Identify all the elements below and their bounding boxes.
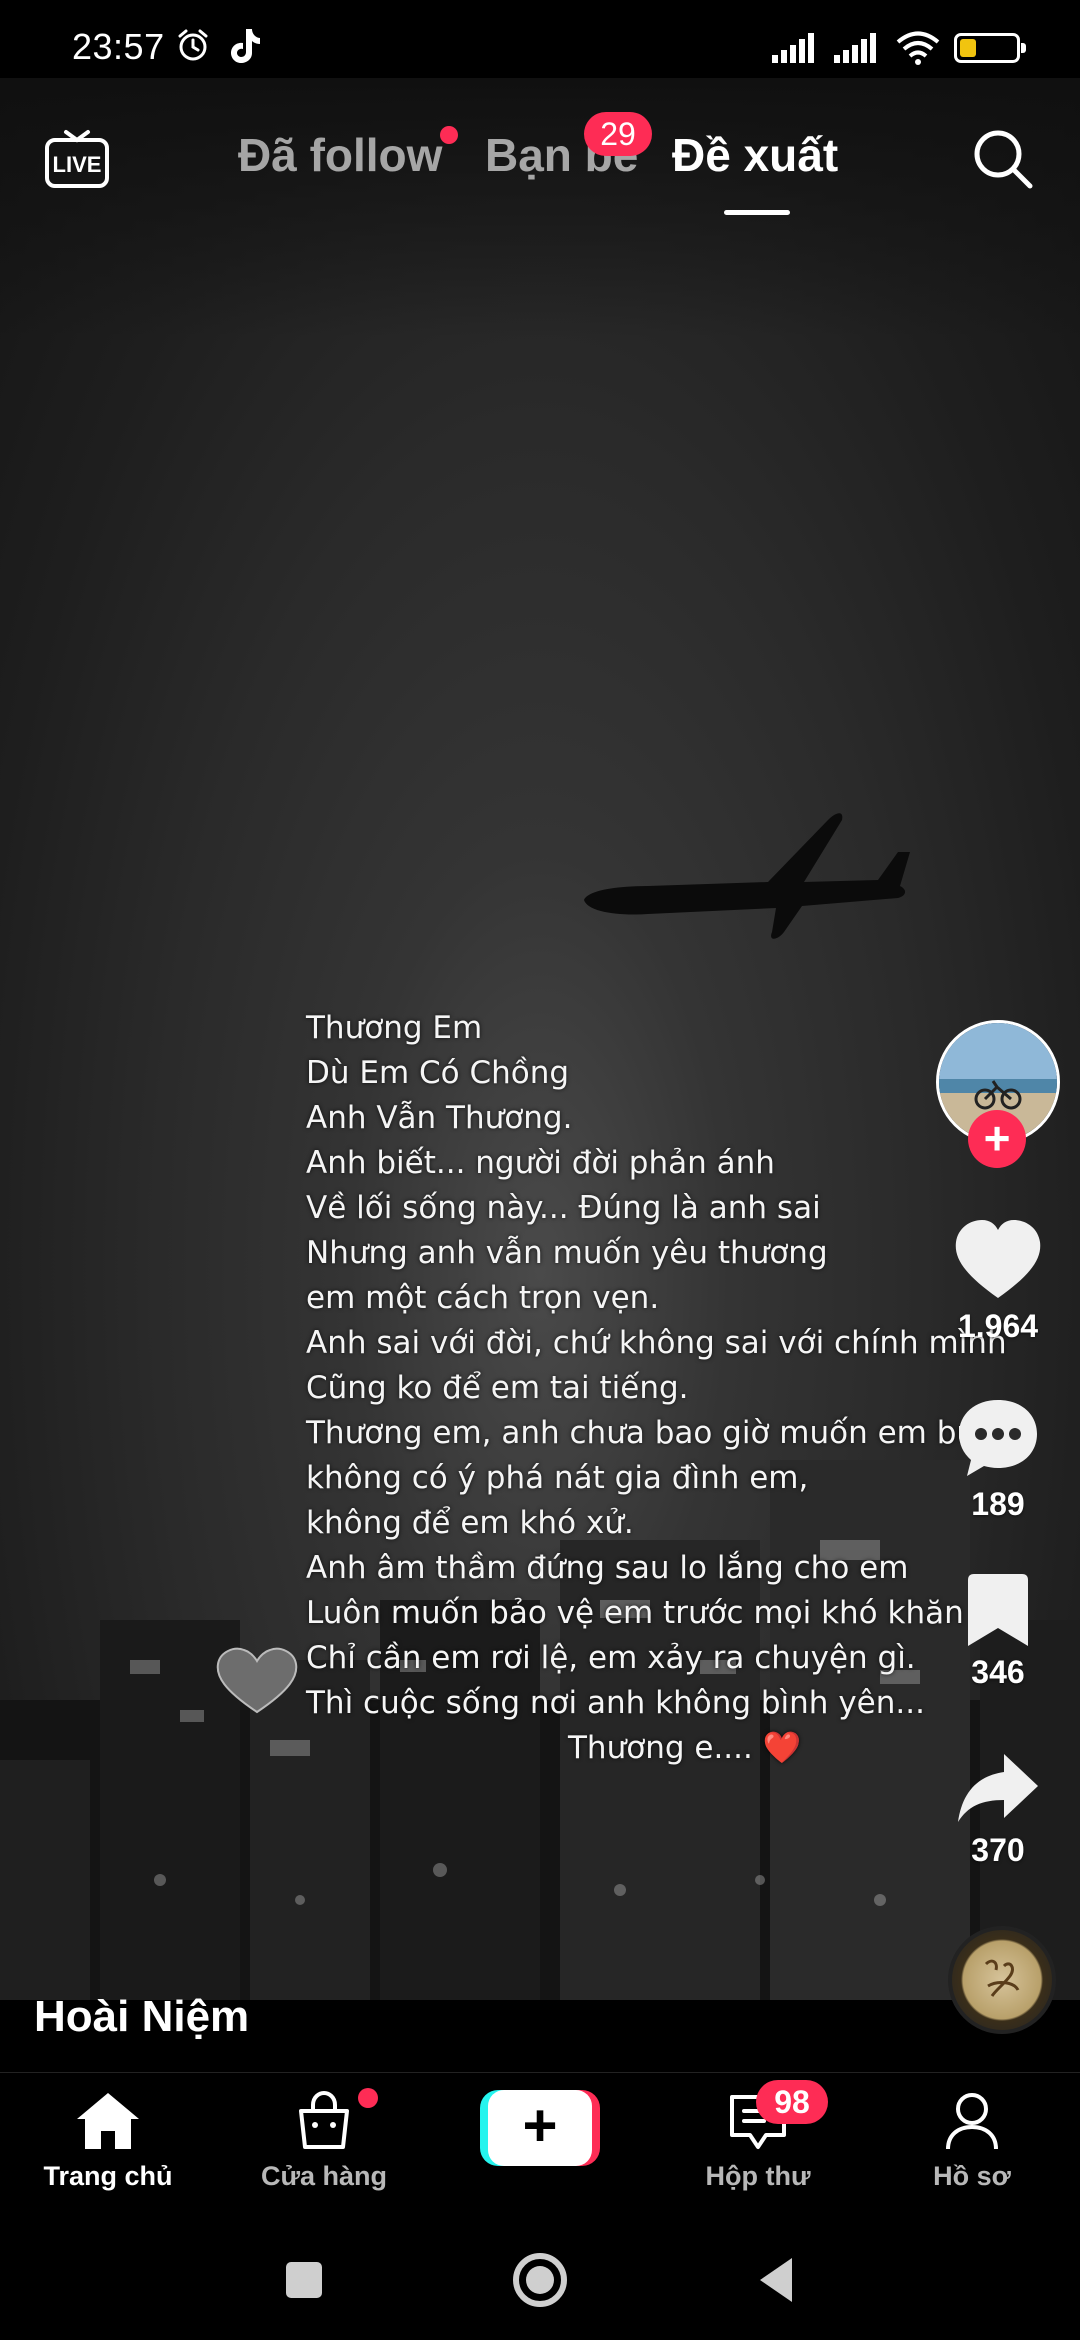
battery-icon: 29 — [954, 33, 1026, 63]
lyric-line: Anh sai với đời, chứ không sai với chính… — [306, 1325, 1007, 1361]
nav-shop[interactable]: Cửa hàng — [234, 2091, 414, 2192]
plus-icon: + — [488, 2090, 592, 2166]
following-notification-dot — [440, 126, 458, 144]
save-button[interactable]: 346 — [930, 1572, 1066, 1691]
lyric-line: không để em khó xử. — [306, 1505, 634, 1541]
nav-home[interactable]: Trang chủ — [18, 2091, 198, 2192]
lyric-line: Anh Vẫn Thương. — [306, 1100, 573, 1136]
lyric-line: Dù Em Có Chồng — [306, 1055, 570, 1091]
lyric-line: Nhưng anh vẫn muốn yêu thương — [306, 1235, 828, 1271]
lyric-line: Thương e.... ❤️ — [568, 1730, 802, 1766]
home-circle-icon[interactable] — [508, 2248, 572, 2312]
creator-name[interactable]: Hoài Niệm — [34, 1992, 249, 2042]
active-tab-indicator — [724, 210, 790, 215]
lyric-line: Chỉ cần em rơi lệ, em xảy ra chuyện gì. — [306, 1640, 916, 1676]
tab-following[interactable]: Đã follow — [238, 128, 442, 182]
lyric-line: em một cách trọn vẹn. — [306, 1280, 660, 1316]
like-button[interactable]: 1.964 — [930, 1218, 1066, 1345]
profile-icon — [946, 2093, 998, 2150]
signal-icon-2 — [834, 33, 876, 63]
tab-for-you[interactable]: Đề xuất — [672, 128, 838, 182]
feed-tabs: Đã follow Bạn bè Đề xuất — [0, 128, 1080, 198]
wifi-icon — [896, 31, 940, 65]
create-video-button[interactable]: + — [480, 2090, 600, 2166]
shop-notification-dot — [358, 2088, 378, 2108]
like-count: 1.964 — [957, 1308, 1039, 1344]
music-disc-icon[interactable] — [948, 1926, 1056, 2034]
search-icon[interactable] — [970, 126, 1036, 192]
home-icon — [77, 2093, 139, 2149]
video-caption-text: Thương Em Dù Em Có Chồng Anh Vẫn Thương.… — [306, 1006, 1025, 1771]
back-icon[interactable] — [744, 2248, 808, 2312]
lyric-line: không có ý phá nát gia đình em, — [306, 1460, 809, 1496]
comment-icon — [959, 1400, 1037, 1476]
nav-shop-label: Cửa hàng — [260, 2161, 388, 2191]
music-cover-art — [984, 1959, 1020, 1997]
heart-icon — [955, 1220, 1041, 1298]
lyric-line: Về lối sống này... Đúng là anh sai — [306, 1190, 821, 1226]
recents-icon[interactable] — [272, 2248, 336, 2312]
friends-badge: 29 — [584, 112, 652, 156]
share-count: 370 — [971, 1832, 1025, 1868]
signal-icon — [772, 33, 814, 63]
lyric-line: Thương em, anh chưa bao giờ muốn em buồn… — [306, 1415, 1025, 1451]
comment-button[interactable]: 189 — [930, 1396, 1066, 1523]
nav-profile-label: Hồ sơ — [933, 2161, 1011, 2191]
lyric-line: Anh biết... người đời phản ánh — [306, 1145, 775, 1181]
bookmark-icon — [968, 1574, 1028, 1646]
heart-sticker — [216, 1647, 298, 1714]
nav-home-label: Trang chủ — [43, 2161, 173, 2191]
inbox-badge: 98 — [756, 2080, 828, 2124]
lyric-line: Anh âm thầm đứng sau lo lắng cho em — [306, 1550, 909, 1586]
system-navigation-bar — [0, 2222, 1080, 2340]
airplane-silhouette — [584, 813, 910, 939]
share-icon — [958, 1754, 1038, 1822]
nav-inbox-label: Hộp thư — [705, 2161, 811, 2191]
status-indicators: 29 — [772, 30, 1026, 66]
shopping-bag-icon — [299, 2091, 349, 2149]
lyric-line: Thương Em — [306, 1010, 483, 1046]
follow-button[interactable]: + — [968, 1110, 1026, 1168]
save-count: 346 — [971, 1654, 1025, 1690]
status-bar: 23:57 29 — [0, 0, 1080, 78]
battery-level: 29 — [975, 35, 999, 57]
tiktok-notification-icon — [231, 29, 260, 63]
share-button[interactable]: 370 — [930, 1750, 1066, 1869]
status-time: 23:57 — [72, 26, 165, 67]
comment-count: 189 — [971, 1486, 1025, 1522]
lyric-line: Luôn muốn bảo vệ em trước mọi khó khăn — [306, 1595, 964, 1631]
lyric-line: Cũng ko để em tai tiếng. — [306, 1370, 689, 1406]
alarm-icon — [178, 29, 208, 61]
lyric-line: Thì cuộc sống nơi anh không bình yên... — [306, 1685, 925, 1721]
nav-profile[interactable]: Hồ sơ — [882, 2091, 1062, 2192]
